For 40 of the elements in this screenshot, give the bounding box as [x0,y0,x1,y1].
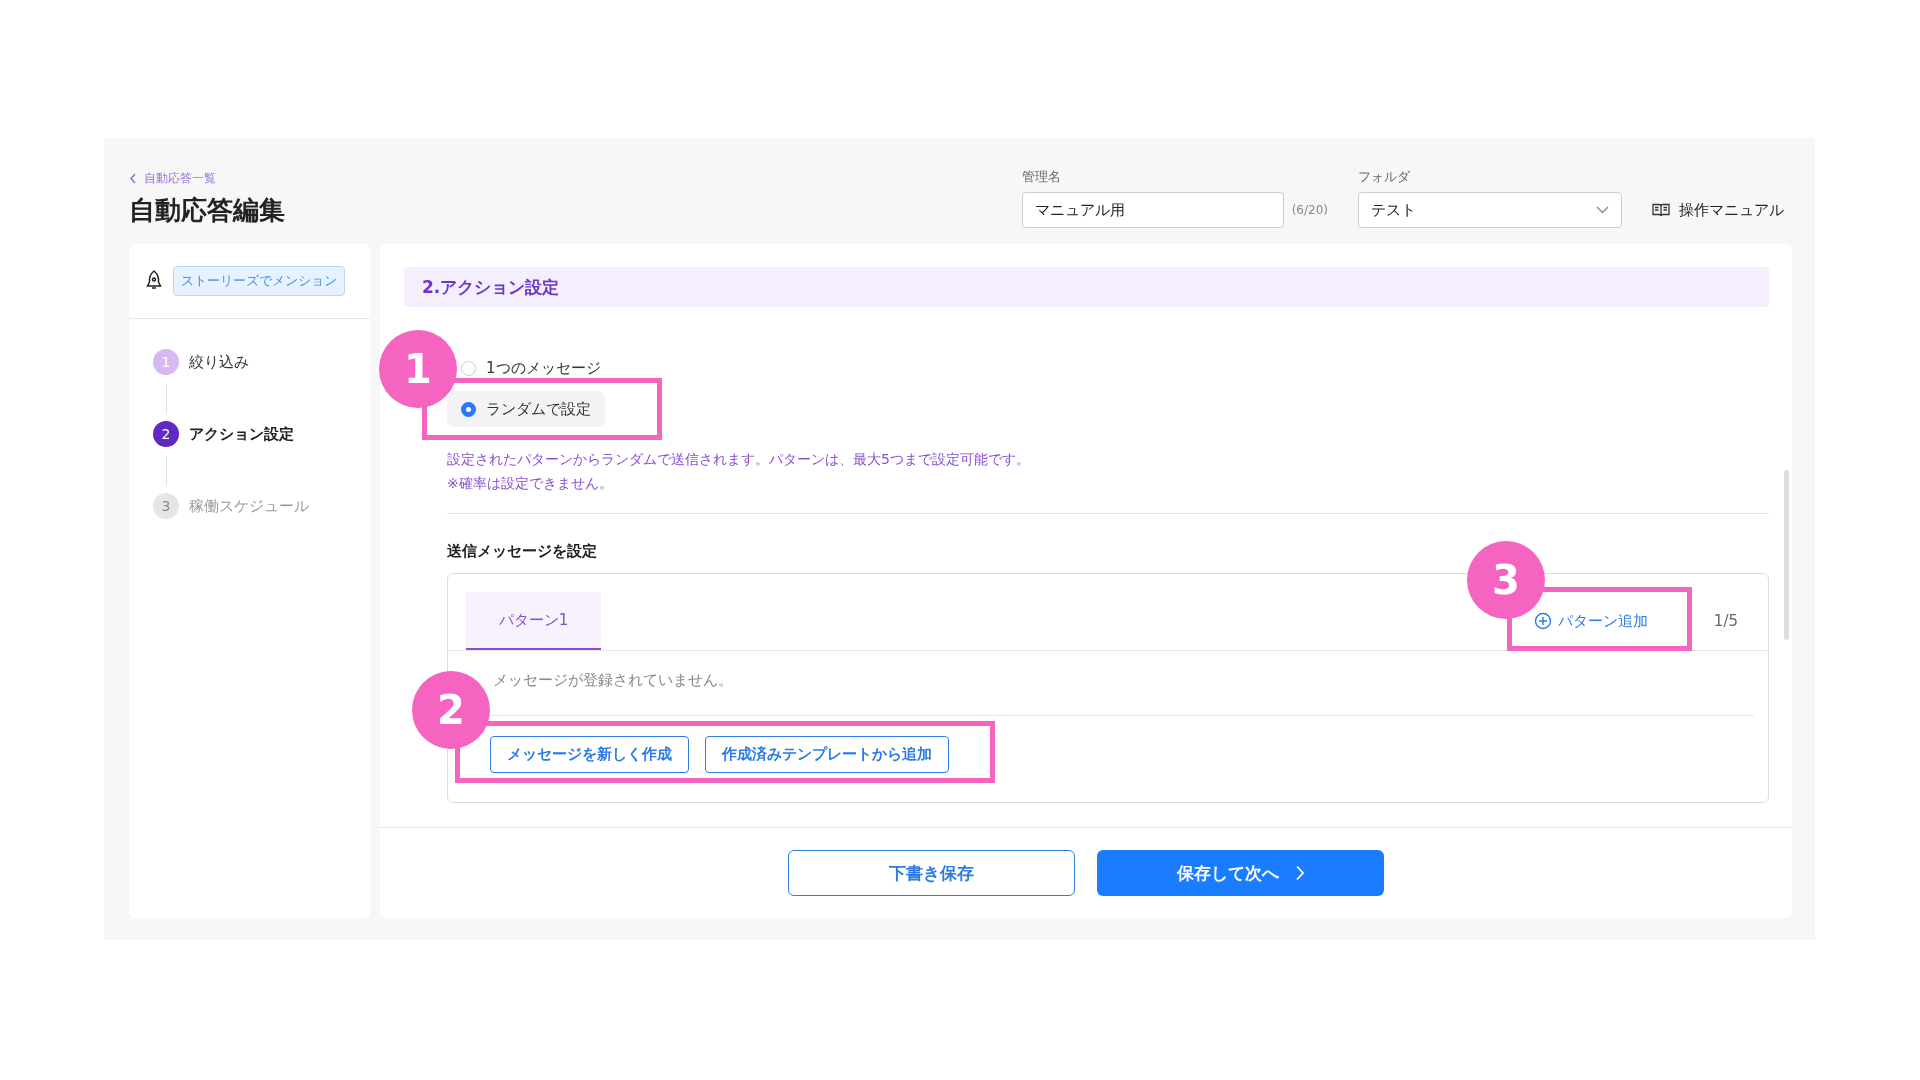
description-text: ※確率は設定できません。 [447,475,614,493]
character-counter: (6/20) [1291,203,1328,217]
subsection-title: 送信メッセージを設定 [447,542,598,561]
step-number: 3 [153,493,179,519]
step-item[interactable]: 3 稼働スケジュール [153,493,370,519]
radio-icon [461,360,476,376]
pattern-tab[interactable]: パターン1 [466,592,601,650]
section-header: 2.アクション設定 [404,267,1769,307]
save-draft-button[interactable]: 下書き保存 [788,850,1075,896]
radio-option[interactable]: 1つのメッセージ [461,355,601,381]
manual-link[interactable]: 操作マニュアル [1652,192,1784,228]
field-label: 管理名 [1021,168,1062,186]
step-number: 1 [153,349,179,375]
radio-option[interactable]: ランダムで設定 [447,391,605,427]
radio-icon [461,401,476,417]
folder-select[interactable]: テスト [1358,192,1622,228]
page-title: 自動応答編集 [129,194,285,227]
add-message-button[interactable]: メッセージを新しく作成 [490,736,689,773]
step-item[interactable]: 1 絞り込み [153,349,370,375]
step-label: 絞り込み [189,352,249,372]
description-text: 設定されたパターンからランダムで送信されます。パターンは、最大5つまで設定可能です。 [447,451,1031,469]
step-item[interactable]: 2 アクション設定 [153,421,370,447]
rocket-icon [145,270,163,292]
empty-message: メッセージが登録されていません。 [492,670,734,691]
field-label: フォルダ [1358,168,1411,186]
trigger-tag: ストーリーズでメンション [173,266,345,296]
breadcrumb-link[interactable]: 自動応答一覧 [129,170,285,187]
add-message-button[interactable]: 作成済みテンプレートから追加 [705,736,949,773]
step-label: アクション設定 [189,424,294,444]
pattern-count: 1/5 [1713,612,1738,630]
scrollbar[interactable] [1784,470,1789,640]
book-icon [1652,203,1670,217]
name-input[interactable]: マニュアル用 [1021,192,1284,228]
save-next-button[interactable]: 保存して次へ [1097,850,1384,896]
step-number: 2 [153,421,179,447]
chevron-down-icon [1596,206,1609,214]
step-label: 稼働スケジュール [189,496,309,516]
chevron-right-icon [1294,865,1305,881]
plus-circle-icon [1533,612,1552,630]
chevron-left-icon [129,173,137,184]
